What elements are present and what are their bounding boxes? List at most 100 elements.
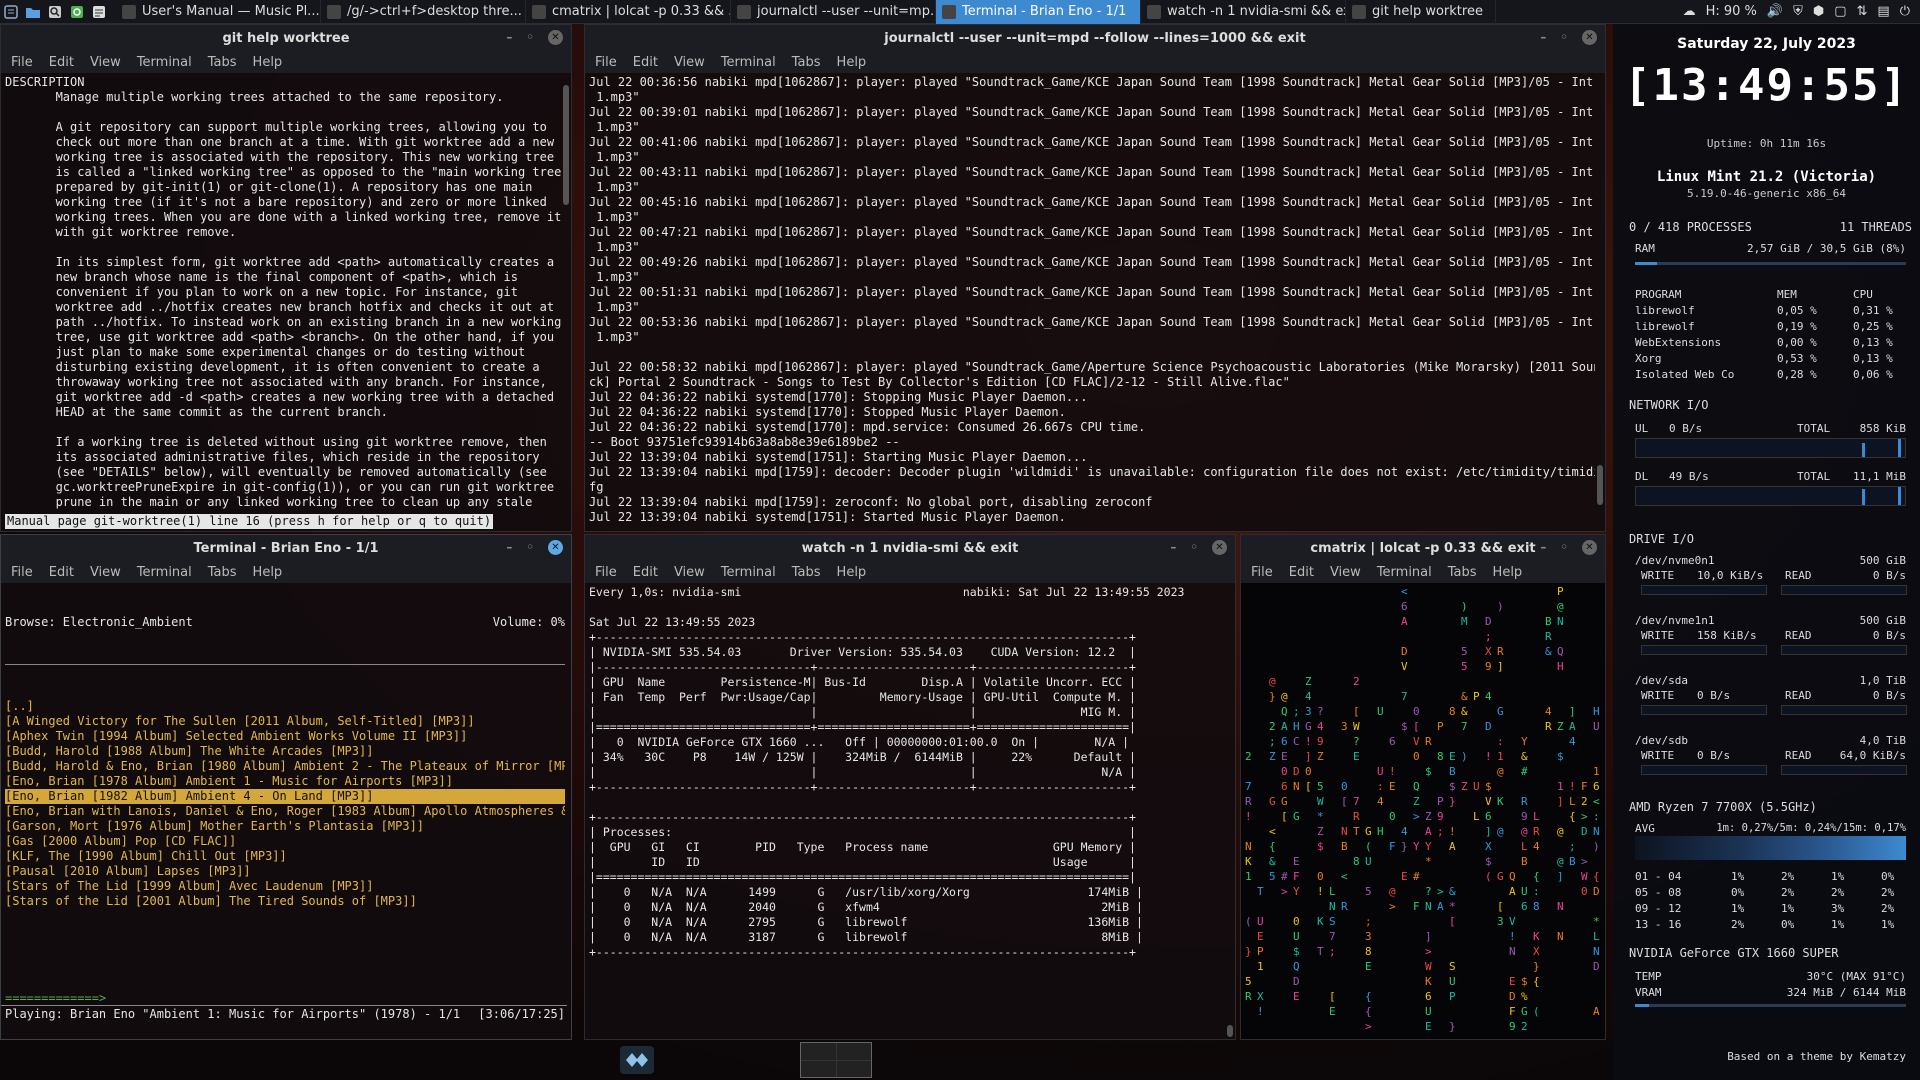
titlebar[interactable]: cmatrix | lolcat -p 0.33 && exit – ◦ ✕ [1241,535,1605,561]
menu-help[interactable]: Help [253,55,283,70]
minimize-icon[interactable]: – [506,540,512,555]
cmatrix-window[interactable]: cmatrix | lolcat -p 0.33 && exit – ◦ ✕ Fil… [1240,534,1606,1040]
album-list-item[interactable]: [Eno, Brian [1978 Album] Ambient 1 - Mus… [5,774,565,789]
menu-view[interactable]: View [90,565,121,580]
close-icon[interactable]: ✕ [548,540,563,555]
album-list-item[interactable]: [Stars of The Lid [1999 Album] Avec Laud… [5,879,565,894]
album-list-item[interactable]: [Budd, Harold [1988 Album] The White Arc… [5,744,565,759]
menu-view[interactable]: View [674,55,705,70]
taskbar-item[interactable]: Terminal - Brian Eno - 1/1 [936,0,1141,24]
man-page-content[interactable]: DESCRIPTION Manage multiple working tree… [1,73,571,513]
minimize-icon[interactable]: – [506,30,512,45]
album-list-item[interactable]: [Stars of the Lid [2001 Album] The Tired… [5,894,565,909]
scrollbar[interactable] [1227,1025,1233,1037]
menu-help[interactable]: Help [837,55,867,70]
menu-file[interactable]: File [595,565,617,580]
display-icon[interactable]: ▢ [1834,4,1846,19]
menu-edit[interactable]: Edit [49,55,74,70]
menu-help[interactable]: Help [253,565,283,580]
menu-tabs[interactable]: Tabs [208,55,237,70]
workspace-4[interactable] [836,1060,871,1077]
maximize-icon[interactable]: ◦ [1560,30,1568,45]
power-icon[interactable]: ⏻ [1900,4,1910,19]
maximize-icon[interactable]: ◦ [1190,540,1198,555]
notes-icon[interactable]: ▤ [1877,4,1889,19]
menu-view[interactable]: View [1330,565,1361,580]
taskbar-item[interactable]: journalctl --user --unit=mp... [731,0,936,24]
taskbar-item[interactable]: /g/->ctrl+f>desktop thre... [321,0,526,24]
git-help-window[interactable]: git help worktree – ◦ ✕ File Edit View Termin… [0,24,572,532]
menu-tabs[interactable]: Tabs [208,565,237,580]
settings-icon[interactable] [66,0,88,24]
titlebar[interactable]: git help worktree – ◦ ✕ [1,25,571,51]
scrollbar[interactable] [563,85,569,205]
menu-terminal[interactable]: Terminal [137,55,192,70]
menu-tabs[interactable]: Tabs [1448,565,1477,580]
weather-icon[interactable]: ☁ [1683,4,1696,19]
journalctl-window[interactable]: journalctl --user --unit=mpd --follow --… [584,24,1606,532]
menu-terminal[interactable]: Terminal [721,565,776,580]
workspace-3[interactable] [801,1060,836,1077]
menu-view[interactable]: View [90,55,121,70]
taskbar-item[interactable]: git help worktree [1346,0,1496,24]
workspace-2[interactable] [836,1043,871,1060]
album-list-item[interactable]: [Eno, Brian with Lanois, Daniel & Eno, R… [5,804,565,819]
minimize-icon[interactable]: – [1540,30,1546,45]
update-icon[interactable]: ⬢ [1813,4,1824,19]
album-list-item[interactable]: [Gas [2000 Album] Pop [CD FLAC]] [5,834,565,849]
menu-file[interactable]: File [11,565,33,580]
maximize-icon[interactable]: ◦ [1560,540,1568,555]
menu-terminal[interactable]: Terminal [137,565,192,580]
close-icon[interactable]: ✕ [1212,540,1227,555]
search-icon[interactable] [44,0,66,24]
workspace-switcher[interactable] [800,1042,872,1078]
titlebar[interactable]: Terminal - Brian Eno - 1/1 – ◦ ✕ [1,535,571,561]
scrollbar[interactable] [1597,465,1603,505]
taskbar-item[interactable]: User's Manual — Music Pl... [116,0,321,24]
close-icon[interactable]: ✕ [1582,540,1597,555]
taskbar-item[interactable]: cmatrix | lolcat -p 0.33 && ... [526,0,731,24]
maximize-icon[interactable]: ◦ [526,540,534,555]
workspace-1[interactable] [801,1043,836,1060]
album-list-item[interactable]: [Aphex Twin [1994 Album] Selected Ambien… [5,729,565,744]
shield-icon[interactable]: ⛨ [1793,4,1803,19]
album-list-item[interactable]: [..] [5,699,565,714]
nvidia-smi-window[interactable]: watch -n 1 nvidia-smi && exit – ◦ ✕ File Ed… [584,534,1236,1040]
album-list-item[interactable]: [A Winged Victory for The Sullen [2011 A… [5,714,565,729]
menu-file[interactable]: File [595,55,617,70]
menu-help[interactable]: Help [837,565,867,580]
nvidia-smi-output[interactable]: Every 1,0s: nvidia-smi nabiki: Sat Jul 2… [585,583,1225,1035]
app-launcher-icon[interactable] [620,1046,654,1074]
menu-edit[interactable]: Edit [633,565,658,580]
menu-tabs[interactable]: Tabs [792,55,821,70]
menu-file[interactable]: File [11,55,33,70]
music-browser[interactable]: Browse: Electronic_Ambient Volume: 0% [..… [1,583,571,1035]
minimize-icon[interactable]: – [1170,540,1176,555]
terminal-launcher-icon[interactable] [88,0,110,24]
album-list-item[interactable]: [Garson, Mort [1976 Album] Mother Earth'… [5,819,565,834]
menu-edit[interactable]: Edit [49,565,74,580]
network-icon[interactable]: ⇅ [1857,4,1868,19]
album-list-item[interactable]: [Pausal [2010 Album] Lapses [MP3]] [5,864,565,879]
menu-view[interactable]: View [674,565,705,580]
files-icon[interactable] [22,0,44,24]
titlebar[interactable]: journalctl --user --unit=mpd --follow --… [585,25,1605,51]
volume-icon[interactable]: 🔊 [1767,4,1783,19]
menu-icon[interactable] [0,0,22,24]
menu-edit[interactable]: Edit [1289,565,1314,580]
album-list-item[interactable]: [Budd, Harold & Eno, Brian [1980 Album] … [5,759,565,774]
menu-help[interactable]: Help [1493,565,1523,580]
menu-terminal[interactable]: Terminal [1377,565,1432,580]
close-icon[interactable]: ✕ [548,30,563,45]
music-player-terminal-window[interactable]: Terminal - Brian Eno - 1/1 – ◦ ✕ File Edit V… [0,534,572,1040]
journal-log-content[interactable]: Jul 22 00:36:56 nabiki mpd[1062867]: pla… [585,73,1595,529]
menu-terminal[interactable]: Terminal [721,55,776,70]
close-icon[interactable]: ✕ [1582,30,1597,45]
maximize-icon[interactable]: ◦ [526,30,534,45]
titlebar[interactable]: watch -n 1 nvidia-smi && exit – ◦ ✕ [585,535,1235,561]
menu-file[interactable]: File [1251,565,1273,580]
taskbar-item[interactable]: watch -n 1 nvidia-smi && exit [1141,0,1346,24]
album-list-item[interactable]: [Eno, Brian [1982 Album] Ambient 4 - On … [5,789,565,804]
minimize-icon[interactable]: – [1540,540,1546,555]
album-list-item[interactable]: [KLF, The [1990 Album] Chill Out [MP3]] [5,849,565,864]
